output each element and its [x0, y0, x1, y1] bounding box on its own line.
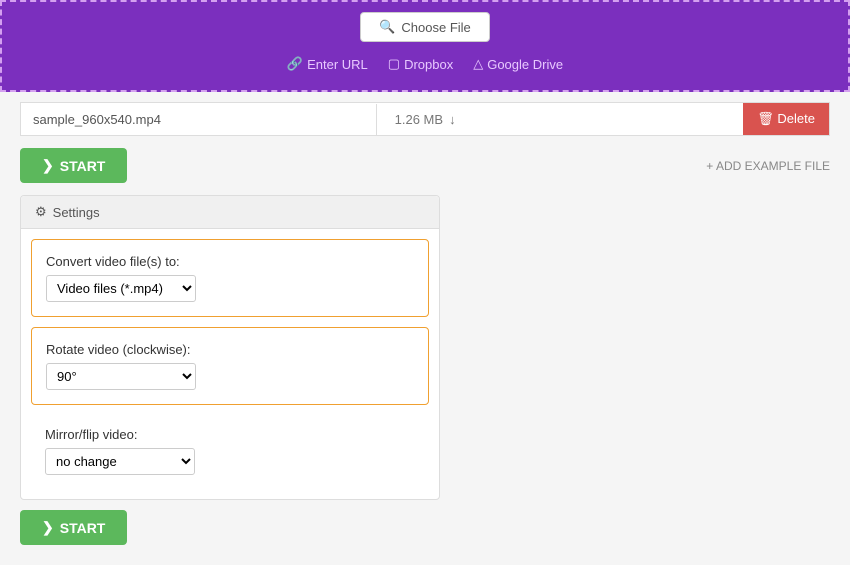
- rotate-label: Rotate video (clockwise):: [46, 342, 414, 357]
- delete-label: Delete: [777, 111, 815, 126]
- settings-header-label: Settings: [53, 205, 100, 220]
- dropbox-link[interactable]: ▢ Dropbox: [388, 56, 453, 72]
- rotate-option: Rotate video (clockwise): 0° 90° 180° 27…: [31, 327, 429, 405]
- add-example-link[interactable]: + ADD EXAMPLE FILE: [706, 159, 830, 173]
- settings-panel: ⚙ Settings Convert video file(s) to: Vid…: [20, 195, 440, 500]
- convert-select[interactable]: Video files (*.mp4) Video files (*.avi) …: [46, 275, 196, 302]
- main-content: sample_960x540.mp4 1.26 MB ↓ 🗑 Delete ❯ …: [0, 102, 850, 565]
- gear-icon: ⚙: [35, 204, 47, 220]
- action-row: ❯ START + ADD EXAMPLE FILE: [20, 148, 830, 183]
- convert-label: Convert video file(s) to:: [46, 254, 414, 269]
- drive-icon: △: [473, 56, 483, 72]
- google-drive-label: Google Drive: [487, 57, 563, 72]
- choose-file-button[interactable]: 🔍 Choose File: [360, 12, 490, 42]
- start-label-top: START: [60, 158, 106, 174]
- trash-icon: 🗑: [757, 111, 774, 126]
- file-name: sample_960x540.mp4: [21, 104, 377, 135]
- file-size-cell: 1.26 MB ↓: [377, 104, 744, 135]
- convert-option: Convert video file(s) to: Video files (*…: [31, 239, 429, 317]
- start-button-top[interactable]: ❯ START: [20, 148, 127, 183]
- rotate-select[interactable]: 0° 90° 180° 270°: [46, 363, 196, 390]
- mirror-label: Mirror/flip video:: [45, 427, 415, 442]
- enter-url-label: Enter URL: [307, 57, 368, 72]
- choose-file-label: Choose File: [401, 20, 470, 35]
- add-example-label: + ADD EXAMPLE FILE: [706, 159, 830, 173]
- file-size-value: 1.26 MB: [395, 112, 443, 127]
- chevron-icon: ❯: [42, 157, 54, 174]
- link-icon: 🔗: [287, 56, 303, 72]
- source-links: 🔗 Enter URL ▢ Dropbox △ Google Drive: [287, 56, 563, 72]
- download-icon: ↓: [449, 112, 456, 127]
- enter-url-link[interactable]: 🔗 Enter URL: [287, 56, 368, 72]
- dropbox-icon: ▢: [388, 56, 400, 72]
- dropbox-label: Dropbox: [404, 57, 453, 72]
- delete-button[interactable]: 🗑 Delete: [743, 103, 829, 135]
- search-icon: 🔍: [379, 19, 395, 35]
- mirror-option: Mirror/flip video: no change flip horizo…: [31, 415, 429, 489]
- google-drive-link[interactable]: △ Google Drive: [473, 56, 563, 72]
- upload-area: 🔍 Choose File 🔗 Enter URL ▢ Dropbox △ Go…: [0, 0, 850, 92]
- file-row: sample_960x540.mp4 1.26 MB ↓ 🗑 Delete: [20, 102, 830, 136]
- mirror-select[interactable]: no change flip horizontal flip vertical: [45, 448, 195, 475]
- settings-header: ⚙ Settings: [21, 196, 439, 229]
